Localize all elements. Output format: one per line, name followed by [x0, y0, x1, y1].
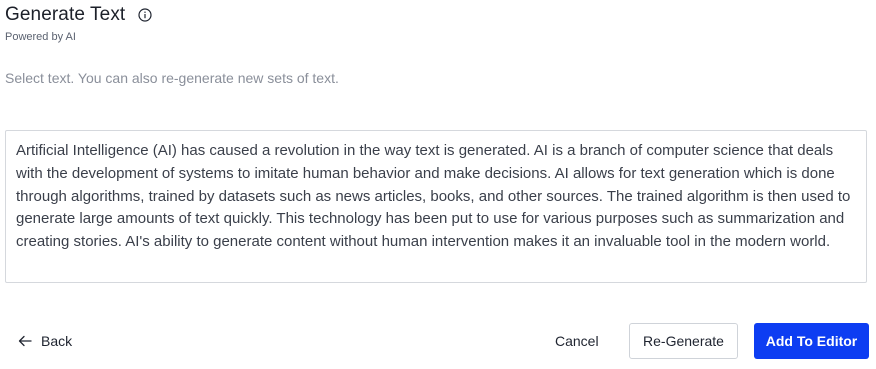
header: Generate Text Powered by AI	[5, 2, 152, 43]
info-circle-icon[interactable]	[138, 8, 152, 22]
generated-text-option[interactable]: Artificial Intelligence (AI) has caused …	[5, 130, 867, 283]
instruction-text: Select text. You can also re-generate ne…	[5, 70, 339, 86]
add-to-editor-button[interactable]: Add To Editor	[754, 323, 869, 359]
title-row: Generate Text	[5, 2, 152, 28]
regenerate-button[interactable]: Re-Generate	[629, 323, 738, 359]
footer-actions: Back Cancel Re-Generate Add To Editor	[0, 322, 876, 360]
arrow-left-icon	[18, 335, 32, 347]
subtitle: Powered by AI	[5, 31, 76, 43]
back-button[interactable]: Back	[18, 322, 72, 360]
page-title: Generate Text	[5, 4, 126, 25]
back-label: Back	[41, 333, 73, 349]
cancel-button[interactable]: Cancel	[555, 322, 599, 360]
